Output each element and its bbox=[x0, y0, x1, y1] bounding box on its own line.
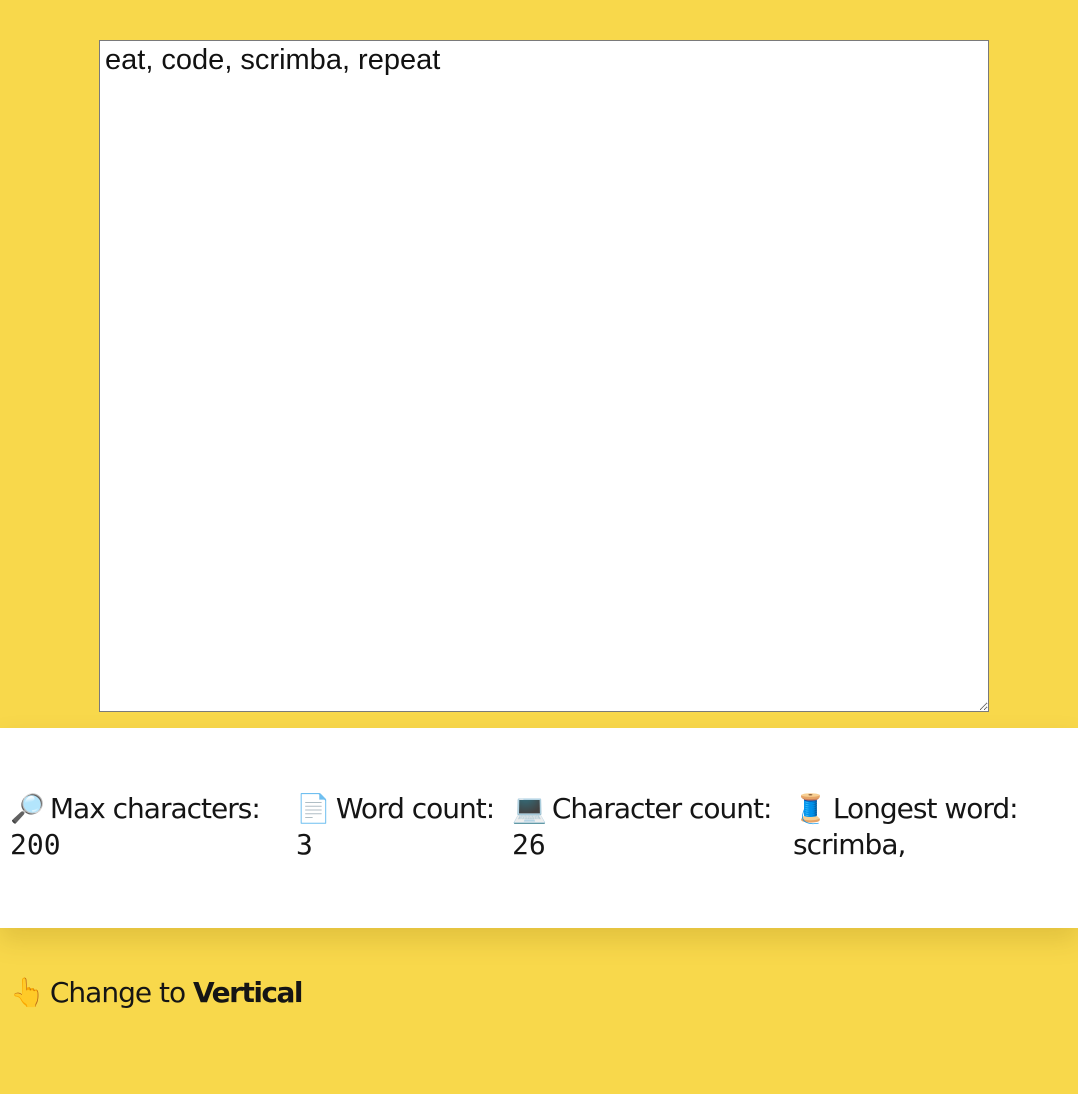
document-icon: 📄 bbox=[296, 792, 331, 825]
character-count-stat: 💻 Character count: 26 bbox=[512, 791, 773, 863]
thread-spool-icon: 🧵 bbox=[793, 792, 828, 825]
longest-word-stat: 🧵 Longest word: scrimba, bbox=[793, 791, 1019, 863]
text-editor-container bbox=[99, 40, 989, 712]
magnifying-glass-icon: 🔎 bbox=[10, 792, 45, 825]
text-editor[interactable] bbox=[99, 40, 989, 712]
word-count-value: 3 bbox=[296, 828, 313, 861]
laptop-icon: 💻 bbox=[512, 792, 547, 825]
word-count-label: Word count: bbox=[335, 792, 495, 825]
max-characters-value: 200 bbox=[10, 828, 61, 861]
max-characters-label: Max characters: bbox=[49, 792, 261, 825]
longest-word-label: Longest word: bbox=[832, 792, 1019, 825]
change-orientation-button[interactable]: 👆 Change to Vertical bbox=[10, 976, 304, 1009]
word-count-stat: 📄 Word count: 3 bbox=[296, 791, 495, 863]
change-orientation-prefix: Change to bbox=[49, 976, 186, 1009]
orientation-target: Vertical bbox=[193, 976, 304, 1009]
pointing-up-hand-icon: 👆 bbox=[10, 976, 45, 1009]
stats-panel: 🔎 Max characters: 200 📄 Word count: 3 💻 Cha… bbox=[0, 728, 1078, 928]
longest-word-value: scrimba, bbox=[793, 828, 906, 861]
max-characters-stat: 🔎 Max characters: 200 bbox=[10, 791, 261, 863]
character-count-value: 26 bbox=[512, 828, 546, 861]
character-count-label: Character count: bbox=[551, 792, 773, 825]
